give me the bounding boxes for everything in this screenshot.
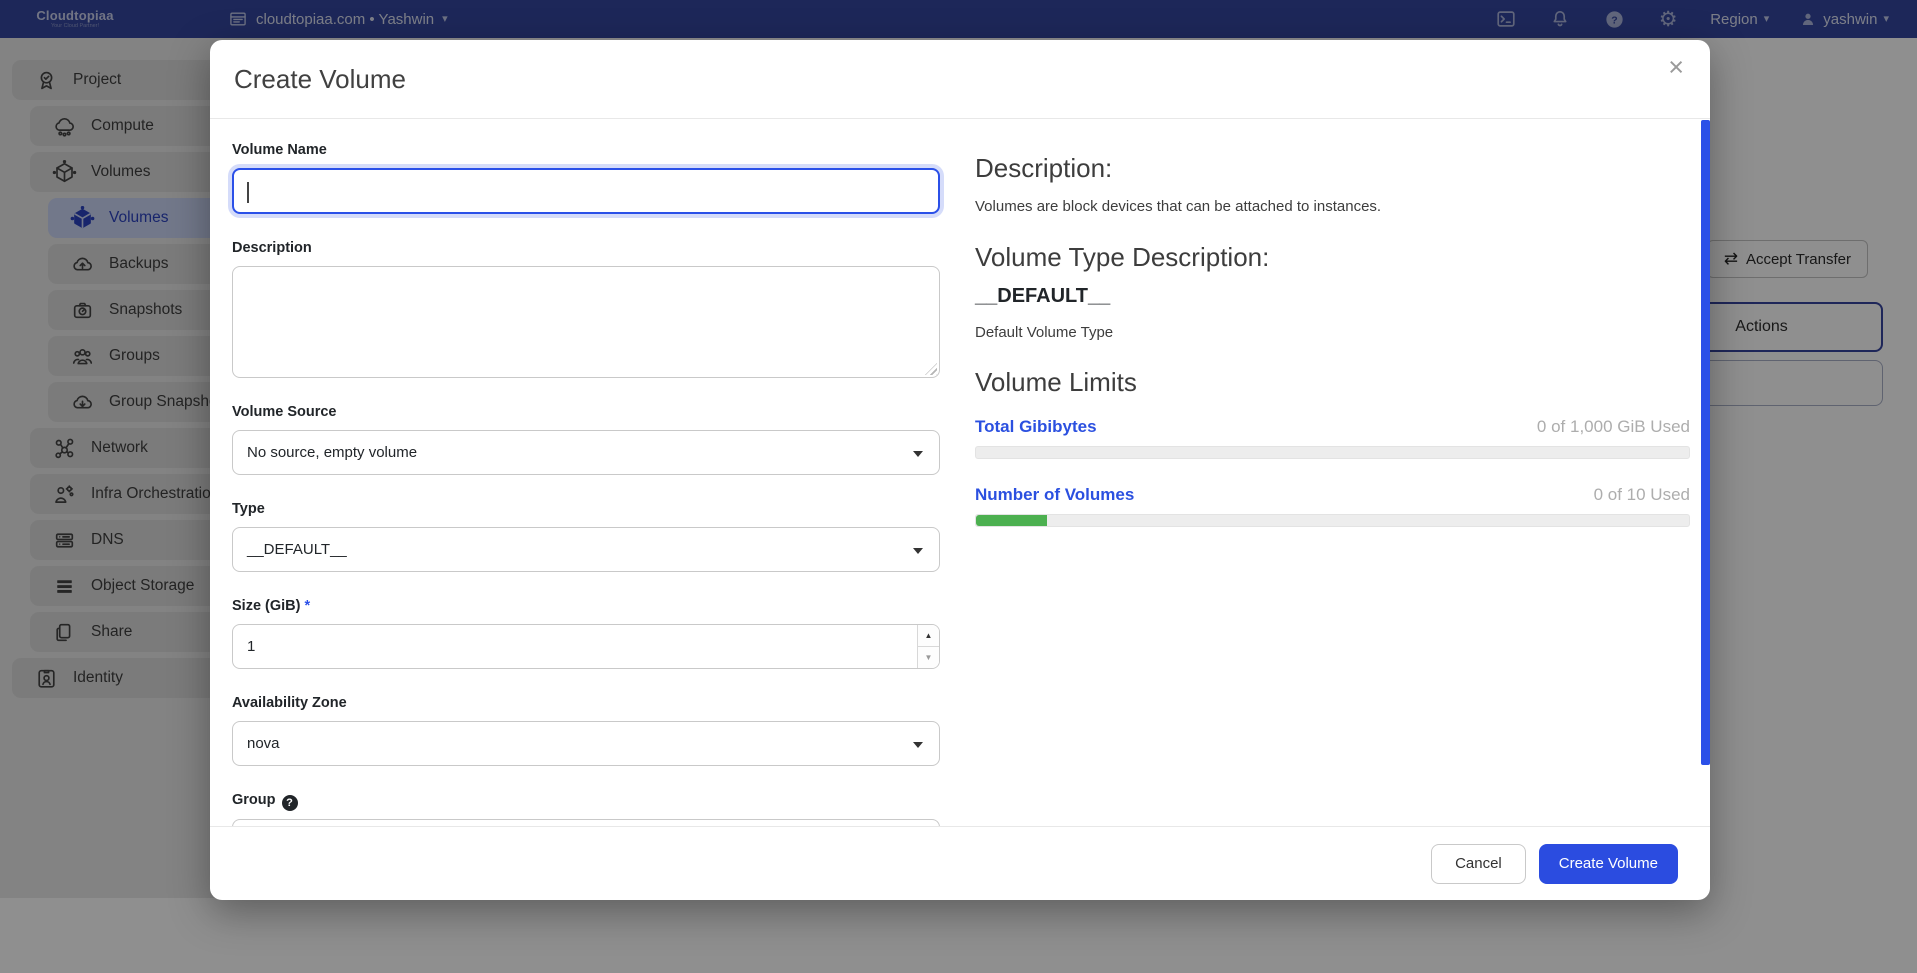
group-select[interactable] (232, 819, 940, 826)
description-label: Description (232, 238, 940, 258)
type-select[interactable]: __DEFAULT__ (232, 527, 940, 572)
modal-body: Volume Name Description Volume Source No… (210, 120, 1710, 826)
volume-source-value: No source, empty volume (247, 444, 417, 461)
size-input[interactable]: 1 ▲ ▼ (232, 624, 940, 669)
limit-usage: 0 of 1,000 GiB Used (1537, 417, 1690, 437)
spinner-down-icon[interactable]: ▼ (918, 647, 939, 668)
create-volume-modal: Create Volume × Volume Name Description … (210, 40, 1710, 900)
group-label-text: Group (232, 792, 276, 808)
modal-footer: Cancel Create Volume (210, 826, 1710, 900)
progress-fill (976, 515, 1047, 526)
modal-header: Create Volume × (210, 40, 1710, 119)
volume-limits-heading: Volume Limits (975, 367, 1690, 398)
create-volume-form: Volume Name Description Volume Source No… (232, 120, 940, 826)
description-textarea[interactable] (232, 266, 940, 378)
page: Cloudtopiaa Your Cloud Partner! cloudtop… (0, 0, 1917, 973)
modal-scrollbar-thumb[interactable] (1701, 120, 1710, 765)
chevron-down-icon (913, 548, 923, 554)
limit-label: Total Gibibytes (975, 417, 1097, 437)
volume-source-select[interactable]: No source, empty volume (232, 430, 940, 475)
volume-name-input[interactable] (232, 168, 940, 214)
volume-source-label: Volume Source (232, 402, 940, 422)
group-help-icon[interactable]: ? (282, 795, 298, 811)
cancel-button[interactable]: Cancel (1431, 844, 1526, 884)
chevron-down-icon (913, 742, 923, 748)
gibibytes-progress-bar (975, 446, 1690, 459)
volume-name-label: Volume Name (232, 140, 940, 160)
limit-row-volumes: Number of Volumes 0 of 10 Used (975, 485, 1690, 505)
group-label: Group? (232, 790, 940, 811)
size-label: Size (GiB)* (232, 596, 940, 616)
text-cursor (247, 182, 249, 203)
description-field-wrap (232, 266, 940, 378)
availability-zone-label: Availability Zone (232, 693, 940, 713)
info-type-name: __DEFAULT__ (975, 285, 1690, 308)
availability-zone-select[interactable]: nova (232, 721, 940, 766)
required-asterisk: * (304, 598, 310, 614)
info-description-text: Volumes are block devices that can be at… (975, 198, 1690, 215)
spinner-up-icon[interactable]: ▲ (918, 625, 939, 647)
info-type-description: Default Volume Type (975, 324, 1690, 341)
limit-row-gibibytes: Total Gibibytes 0 of 1,000 GiB Used (975, 417, 1690, 437)
chevron-down-icon (913, 451, 923, 457)
size-label-text: Size (GiB) (232, 598, 300, 614)
type-label: Type (232, 499, 940, 519)
availability-zone-value: nova (247, 735, 280, 752)
modal-info-panel: Description: Volumes are block devices t… (975, 120, 1690, 527)
close-icon[interactable]: × (1668, 54, 1684, 81)
size-value: 1 (247, 638, 255, 655)
info-description-heading: Description: (975, 153, 1690, 184)
info-type-heading: Volume Type Description: (975, 242, 1690, 273)
type-value: __DEFAULT__ (247, 541, 347, 558)
create-volume-button[interactable]: Create Volume (1539, 844, 1678, 884)
limit-usage: 0 of 10 Used (1594, 485, 1690, 505)
modal-title: Create Volume (234, 64, 406, 95)
limit-label: Number of Volumes (975, 485, 1134, 505)
size-spinner: ▲ ▼ (917, 625, 939, 668)
volumes-progress-bar (975, 514, 1690, 527)
